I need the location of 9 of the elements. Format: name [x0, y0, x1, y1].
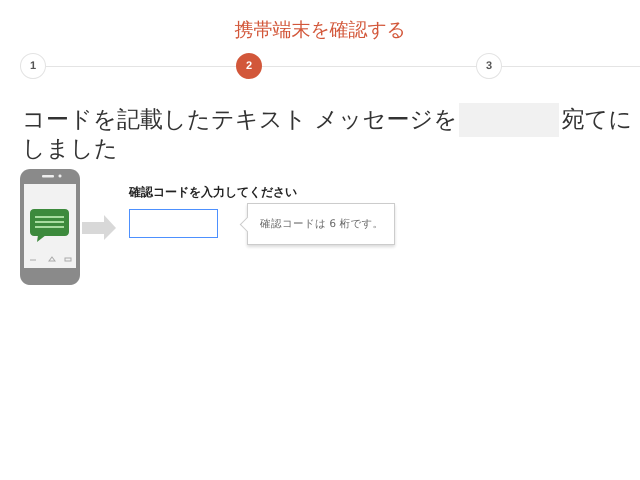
page-title: 携帯端末を確認する [234, 18, 406, 41]
message-text: コードを記載したテキスト メッセージを [22, 108, 458, 132]
field-label: 確認コードを入力してください [129, 184, 298, 201]
step-indicator: 2 [236, 53, 262, 79]
message-text: しました [22, 136, 118, 162]
step-indicator: 1 [20, 53, 46, 79]
code-input[interactable] [129, 209, 218, 238]
message-text: 宛てに [561, 108, 632, 132]
step-indicator: 3 [476, 53, 502, 79]
